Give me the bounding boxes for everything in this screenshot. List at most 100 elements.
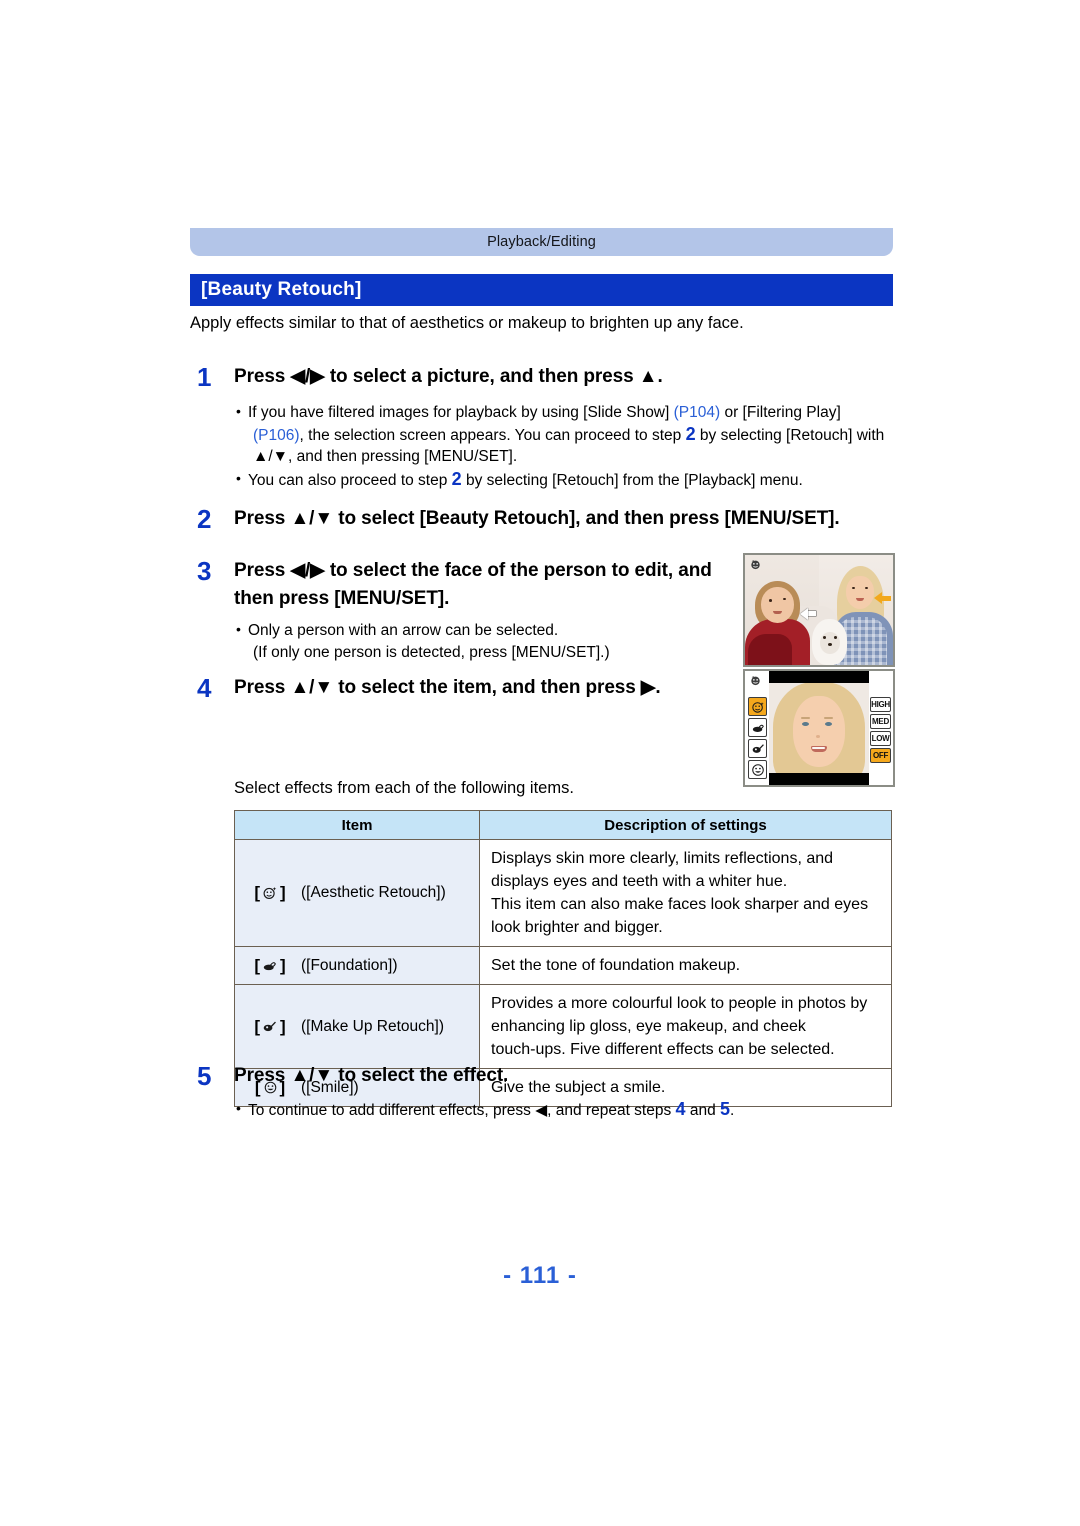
- face-arrow-white[interactable]: [799, 607, 816, 620]
- bullet-1-text-b: or [Filtering Play]: [720, 404, 841, 421]
- table-cell-item-aesthetic-retouch: [ ] ([Aesthetic Retouch]): [234, 839, 480, 947]
- section-tab-banner: Playback/Editing: [190, 228, 893, 256]
- retouch-mode-icon: [751, 560, 760, 570]
- retouch-mode-icon: [751, 676, 760, 686]
- bracketed-icon: [ ]: [254, 955, 286, 975]
- step-1-bullet-1: If you have filtered images for playback…: [234, 401, 894, 468]
- face-arrow-orange-selected[interactable]: [873, 592, 891, 605]
- desc-line: look brighter and bigger.: [491, 919, 663, 936]
- bullet-2-text-b: by selecting [Retouch] from the [Playbac…: [461, 471, 803, 489]
- intro-paragraph: Apply effects similar to that of aesthet…: [190, 314, 744, 332]
- table-header-item: Item: [234, 810, 480, 840]
- dog-nose: [827, 643, 832, 646]
- menu-button-aesthetic-retouch[interactable]: [748, 697, 767, 716]
- step-4: 4 Press ▲/▼ to select the item, and then…: [190, 674, 750, 702]
- child-left-body-shadow: [747, 634, 793, 665]
- desc-line: Provides a more colourful look to people…: [491, 995, 868, 1012]
- child-left-face: [761, 586, 794, 624]
- foundation-icon: [752, 724, 764, 732]
- step-4-number: 4: [197, 673, 212, 703]
- step-5: 5 Press ▲/▼ to select the effect.: [190, 1062, 750, 1090]
- step-3-bullet-1: Only a person with an arrow can be selec…: [234, 619, 734, 663]
- step-3: 3 Press ◀/▶ to select the face of the pe…: [190, 557, 750, 613]
- bracketed-icon: [ ]: [254, 1016, 286, 1036]
- child-left-eye-left: [768, 599, 772, 602]
- bullet-2-text-a: You can also proceed to step: [248, 471, 452, 489]
- item-inner: [ ] ([Aesthetic Retouch]): [239, 883, 475, 903]
- arrow-left-orange-tail: [881, 595, 891, 601]
- bracketed-icon: [ ]: [254, 883, 286, 902]
- menu-button-smile[interactable]: [748, 760, 767, 779]
- smile-icon: [751, 763, 764, 776]
- bullet-1-text-d: by selecting [Retouch] with: [695, 426, 885, 444]
- step-3-bullet-1-continuation: (If only one person is detected, press […: [253, 643, 610, 661]
- scene-single-face-menu: HIGH MED LOW OFF: [745, 671, 893, 785]
- table-row: [ ] ([Aesthetic Retouch]) Displays skin …: [234, 839, 892, 947]
- camera-screenshot-face-selection: [743, 553, 895, 667]
- step-1-text: Press ◀/▶ to select a picture, and then …: [234, 366, 663, 387]
- desc-line: touch-ups. Five different effects can be…: [491, 1041, 835, 1058]
- arrow-left-white-icon: [799, 607, 808, 620]
- desc-line: This item can also make faces look sharp…: [491, 896, 869, 913]
- step-5-bullet-text-a: To continue to add different effects, pr…: [248, 1102, 676, 1119]
- step-3-bullet-1-text: Only a person with an arrow can be selec…: [248, 622, 559, 639]
- foundation-icon: [263, 961, 276, 970]
- arrow-left-white-tail: [807, 611, 816, 617]
- step-2: 2 Press ▲/▼ to select [Beauty Retouch], …: [190, 505, 910, 533]
- menu-button-make-up-retouch[interactable]: [748, 739, 767, 758]
- step-1-bullet-2: You can also proceed to step 2 by select…: [234, 468, 894, 492]
- step-3-line-1: Press ◀/▶ to select the face of the pers…: [234, 560, 712, 581]
- table-row: [ ] ([Make Up Retouch]) Provides a more …: [234, 984, 892, 1069]
- desc-line: Set the tone of foundation makeup.: [491, 957, 741, 974]
- bullet-1-text-c: , the selection screen appears. You can …: [299, 426, 686, 444]
- girl-eyebrow-left: [801, 716, 810, 719]
- level-button-low[interactable]: LOW: [870, 731, 891, 746]
- manual-page: Playback/Editing [Beauty Retouch] Apply …: [0, 0, 1080, 1526]
- section-tab-label: Playback/Editing: [487, 234, 596, 250]
- make-up-retouch-icon: [752, 743, 764, 753]
- item-label: ([Make Up Retouch]): [301, 1017, 444, 1035]
- level-button-off[interactable]: OFF: [870, 748, 891, 763]
- item-inner: [ ] ([Foundation]): [239, 956, 475, 976]
- step-5-bullet-1: To continue to add different effects, pr…: [234, 1098, 894, 1122]
- table-cell-item-foundation: [ ] ([Foundation]): [234, 946, 480, 985]
- item-label: ([Aesthetic Retouch]): [301, 884, 446, 901]
- page-title: [Beauty Retouch]: [201, 279, 362, 300]
- step-3-line-2: then press [MENU/SET].: [234, 588, 450, 609]
- step-ref-2b: 2: [451, 468, 462, 489]
- step-ref-4: 4: [675, 1099, 686, 1119]
- child-right-face: [845, 575, 874, 609]
- level-button-high[interactable]: HIGH: [870, 697, 891, 712]
- arrow-left-orange-icon: [873, 592, 882, 605]
- step-5-text: Press ▲/▼ to select the effect.: [234, 1065, 509, 1086]
- step-2-number: 2: [197, 504, 212, 534]
- step-ref-5: 5: [720, 1099, 731, 1119]
- step-5-bullet-end: .: [730, 1102, 735, 1119]
- letterbox-bar-bottom: [769, 773, 869, 785]
- page-ref-p104[interactable]: (P104): [674, 404, 721, 421]
- girl-teeth: [812, 746, 825, 750]
- page-title-bar: [Beauty Retouch]: [190, 274, 893, 306]
- page-ref-p106[interactable]: (P106): [253, 427, 300, 444]
- menu-button-foundation[interactable]: [748, 718, 767, 737]
- step-4-text: Press ▲/▼ to select the item, and then p…: [234, 677, 661, 698]
- table-cell-description-make-up-retouch: Provides a more colourful look to people…: [479, 984, 892, 1069]
- aesthetic-retouch-icon: [263, 886, 277, 899]
- step-ref-2a: 2: [685, 423, 696, 444]
- scene-two-children: [745, 555, 893, 665]
- girl-face: [793, 696, 845, 767]
- girl-eyebrow-right: [824, 716, 833, 719]
- make-up-retouch-icon: [263, 1021, 276, 1031]
- bullet-1-continuation-2: ▲/▼, and then pressing [MENU/SET].: [253, 448, 518, 465]
- level-button-med[interactable]: MED: [870, 714, 891, 729]
- bullet-1-text-a: If you have filtered images for playback…: [248, 404, 674, 421]
- step-1: 1 Press ◀/▶ to select a picture, and the…: [190, 363, 890, 391]
- effect-level-column: HIGH MED LOW OFF: [870, 697, 891, 763]
- table-cell-item-make-up-retouch: [ ] ([Make Up Retouch]): [234, 984, 480, 1069]
- table-header-row: Item Description of settings: [234, 810, 892, 840]
- step-3-bullets: Only a person with an arrow can be selec…: [234, 619, 734, 664]
- step-2-text: Press ▲/▼ to select [Beauty Retouch], an…: [234, 508, 840, 529]
- desc-line: enhancing lip gloss, eye makeup, and che…: [491, 1018, 806, 1035]
- step-1-number: 1: [197, 362, 212, 392]
- step-3-number: 3: [197, 556, 212, 586]
